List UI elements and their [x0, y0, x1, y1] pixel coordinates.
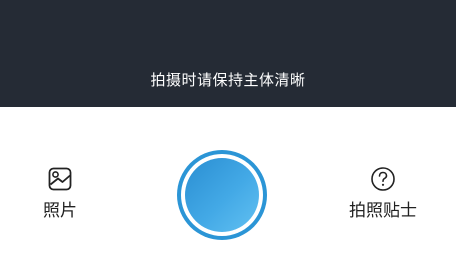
camera-preview: 拍摄时请保持主体清晰: [0, 0, 456, 107]
capture-hint: 拍摄时请保持主体清晰: [150, 71, 306, 89]
photos-label: 照片: [43, 201, 77, 221]
tips-label: 拍照贴士: [349, 201, 417, 221]
shutter-core: [185, 158, 259, 232]
photos-button[interactable]: 照片: [41, 166, 79, 222]
shutter-button[interactable]: [177, 150, 267, 240]
image-icon: [48, 167, 72, 191]
help-circle-icon: [371, 167, 395, 191]
camera-toolbar: 照片 拍照贴士: [0, 107, 456, 266]
tips-button[interactable]: 拍照贴士: [345, 166, 421, 222]
camera-screen: 拍摄时请保持主体清晰 照片 拍照贴士: [0, 0, 456, 266]
